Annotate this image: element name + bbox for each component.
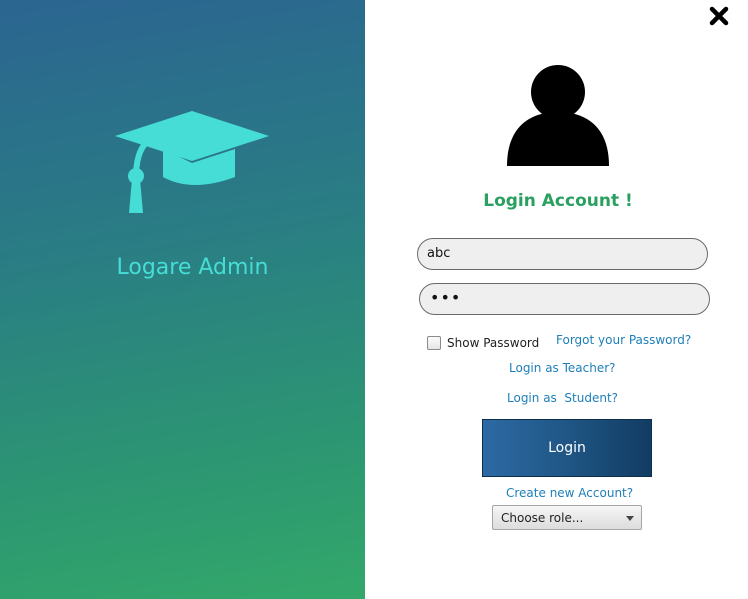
forgot-password-link[interactable]: Forgot your Password? (556, 333, 691, 347)
graduation-cap-icon (115, 111, 269, 213)
close-icon[interactable] (708, 5, 730, 27)
username-input[interactable]: abc (417, 238, 708, 270)
brand-title: Logare Admin (116, 255, 269, 280)
login-as-student-link[interactable]: Login as Student? (507, 391, 618, 405)
password-input[interactable]: ••• (419, 283, 710, 315)
role-select-value: Choose role... (501, 511, 584, 525)
role-select[interactable]: Choose role... (492, 505, 642, 530)
create-account-link[interactable]: Create new Account? (506, 486, 633, 500)
login-as-teacher-link[interactable]: Login as Teacher? (509, 361, 616, 375)
show-password-label[interactable]: Show Password (447, 336, 539, 350)
login-button-label: Login (548, 440, 586, 456)
user-icon (507, 65, 609, 166)
brand-panel: Logare Admin (0, 0, 365, 599)
login-button[interactable]: Login (482, 419, 652, 477)
chevron-down-icon (626, 516, 634, 521)
login-heading: Login Account ! (483, 191, 633, 211)
show-password-checkbox[interactable] (427, 336, 441, 350)
